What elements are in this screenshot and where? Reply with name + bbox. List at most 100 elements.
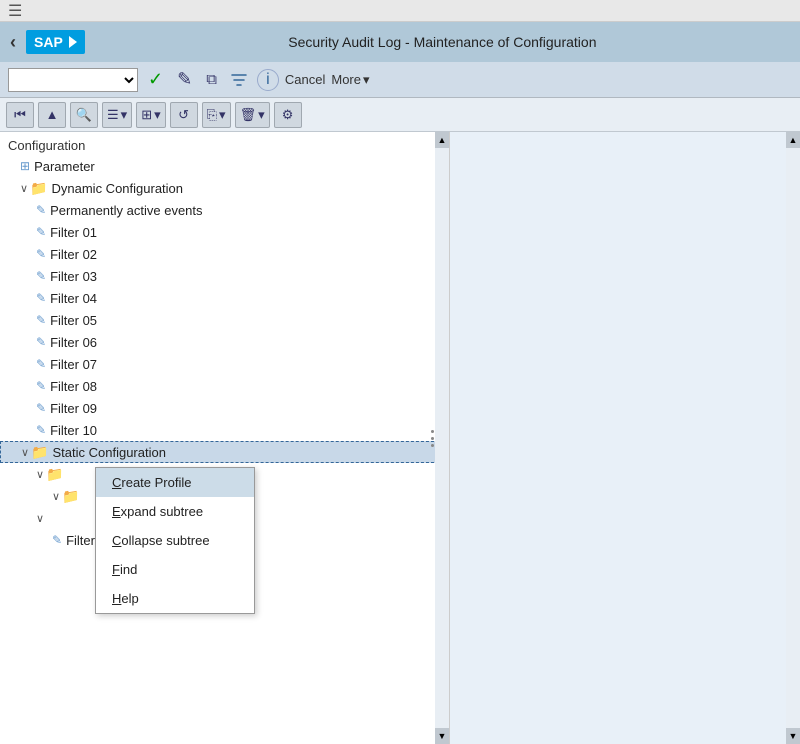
grid-icon: ⊞: [141, 107, 152, 123]
list-arrow-icon: ▾: [121, 107, 128, 123]
tree-item-perm-active[interactable]: ✎ Permanently active events: [0, 199, 449, 221]
find-label: Find: [112, 562, 137, 577]
tree-item-filter04[interactable]: ✎ Filter 04: [0, 287, 449, 309]
expand-sub1-icon: ∨: [36, 468, 44, 481]
tree-item-filter09[interactable]: ✎ Filter 09: [0, 397, 449, 419]
tree-item-filter08[interactable]: ✎ Filter 08: [0, 375, 449, 397]
filter03-label: Filter 03: [50, 269, 97, 284]
edit-button[interactable]: ✎: [173, 67, 196, 92]
help-label: Help: [112, 591, 139, 606]
list-icon: ☰: [107, 107, 119, 123]
static-config-label: Static Configuration: [53, 445, 166, 460]
perm-active-icon: ✎: [36, 203, 46, 217]
expand-sub2-icon: ∨: [52, 490, 60, 503]
tree-item-static-config[interactable]: ∨ 📁 Static Configuration: [0, 441, 449, 463]
sap-logo-text: SAP: [34, 34, 63, 50]
collapse-subtree-label: Collapse subtree: [112, 533, 210, 548]
context-menu-item-expand-subtree[interactable]: Expand subtree: [96, 497, 254, 526]
clipboard-icon: ⎘: [207, 107, 217, 123]
first-icon: ⏮: [14, 107, 26, 123]
tree-item-filter10[interactable]: ✎ Filter 10: [0, 419, 449, 441]
filter08-label: Filter 08: [50, 379, 97, 394]
filter-button[interactable]: [227, 70, 251, 90]
filter04-icon: ✎: [36, 291, 46, 305]
more-button[interactable]: More ▾: [331, 72, 369, 88]
filter03-icon: ✎: [36, 269, 46, 283]
perm-active-label: Permanently active events: [50, 203, 202, 218]
sap-logo: SAP: [26, 30, 85, 54]
tree-item-filter03[interactable]: ✎ Filter 03: [0, 265, 449, 287]
tree-item-dynamic-config[interactable]: ∨ 📁 Dynamic Configuration: [0, 177, 449, 199]
tree-item-filter05[interactable]: ✎ Filter 05: [0, 309, 449, 331]
more-chevron-icon: ▾: [363, 72, 370, 88]
filter09-label: Filter 09: [50, 401, 97, 416]
list-view-button[interactable]: ☰ ▾: [102, 102, 132, 128]
filter05-icon: ✎: [36, 313, 46, 327]
filter05-label: Filter 05: [50, 313, 97, 328]
header-bar: ‹ SAP Security Audit Log - Maintenance o…: [0, 22, 800, 62]
tree-item-filter01[interactable]: ✎ Filter 01: [0, 221, 449, 243]
sap-logo-triangle: [69, 36, 77, 48]
menu-bar: ☰: [0, 0, 800, 22]
context-menu: Create Profile Expand subtree Collapse s…: [95, 467, 255, 614]
filter07-icon: ✎: [36, 357, 46, 371]
filter06-label: Filter 06: [50, 335, 97, 350]
filter02-icon: ✎: [36, 247, 46, 261]
filter08-icon: ✎: [36, 379, 46, 393]
tree-panel: Configuration ⊞ Parameter ∨ 📁 Dynamic Co…: [0, 132, 450, 744]
right-scroll-down[interactable]: ▼: [786, 728, 800, 744]
info-button[interactable]: i: [257, 69, 279, 91]
grid-view-button[interactable]: ⊞ ▾: [136, 102, 165, 128]
toolbar2: ⏮ ▲ 🔍 ☰ ▾ ⊞ ▾ ↺ ⎘ ▾ 🗑 ▾ ⚙: [0, 98, 800, 132]
expand-sub3-icon: ∨: [36, 512, 44, 525]
prev-icon: ▲: [46, 107, 59, 122]
search-icon: 🔍: [76, 107, 92, 123]
delete-icon: 🗑: [240, 107, 257, 123]
hamburger-icon[interactable]: ☰: [8, 1, 22, 21]
toolbar-select[interactable]: [8, 68, 138, 92]
context-menu-item-help[interactable]: Help: [96, 584, 254, 613]
page-title: Security Audit Log - Maintenance of Conf…: [95, 34, 790, 50]
tree-item-filter02[interactable]: ✎ Filter 02: [0, 243, 449, 265]
expand-icon-dynamic: ∨: [20, 182, 28, 195]
parameter-label: Parameter: [34, 159, 95, 174]
search-button[interactable]: 🔍: [70, 102, 98, 128]
filter01-icon: ✎: [36, 225, 46, 239]
clipboard-button[interactable]: ⎘ ▾: [202, 102, 231, 128]
dynamic-config-icon: 📁: [30, 180, 47, 197]
static-config-icon: 📁: [31, 444, 48, 461]
context-menu-item-find[interactable]: Find: [96, 555, 254, 584]
clipboard-arrow-icon: ▾: [219, 107, 226, 123]
cancel-button[interactable]: Cancel: [285, 72, 325, 87]
static-sub1-icon: 📁: [46, 466, 63, 483]
back-button[interactable]: ‹: [10, 32, 16, 53]
settings-button[interactable]: ⚙: [274, 102, 302, 128]
filter02-label: Filter 02: [50, 247, 97, 262]
copy-button[interactable]: ⧉: [202, 69, 221, 90]
tree-item-filter06[interactable]: ✎ Filter 06: [0, 331, 449, 353]
confirm-button[interactable]: ✓: [144, 67, 167, 92]
scroll-down-btn[interactable]: ▼: [435, 728, 449, 744]
filter09-icon: ✎: [36, 401, 46, 415]
tree-item-parameter[interactable]: ⊞ Parameter: [0, 155, 449, 177]
filter06-icon: ✎: [36, 335, 46, 349]
context-menu-item-create-profile[interactable]: Create Profile: [96, 468, 254, 497]
expand-icon-static: ∨: [21, 446, 29, 459]
context-menu-item-collapse-subtree[interactable]: Collapse subtree: [96, 526, 254, 555]
refresh-button[interactable]: ↺: [170, 102, 198, 128]
first-button[interactable]: ⏮: [6, 102, 34, 128]
parameter-icon: ⊞: [20, 159, 30, 173]
refresh-icon: ↺: [178, 107, 189, 123]
dynamic-config-label: Dynamic Configuration: [52, 181, 184, 196]
delete-button[interactable]: 🗑 ▾: [235, 102, 270, 128]
tree-item-filter07[interactable]: ✎ Filter 07: [0, 353, 449, 375]
right-scrollbar[interactable]: ▲ ▼: [786, 132, 800, 744]
grid-arrow-icon: ▾: [154, 107, 161, 123]
create-profile-underline: Create Profile: [112, 475, 191, 490]
scroll-up-btn[interactable]: ▲: [435, 132, 449, 148]
drag-handle[interactable]: [429, 423, 435, 453]
toolbar1: ✓ ✎ ⧉ i Cancel More ▾: [0, 62, 800, 98]
right-scroll-up[interactable]: ▲: [786, 132, 800, 148]
tree-scrollbar[interactable]: ▲ ▼: [435, 132, 449, 744]
prev-button[interactable]: ▲: [38, 102, 66, 128]
